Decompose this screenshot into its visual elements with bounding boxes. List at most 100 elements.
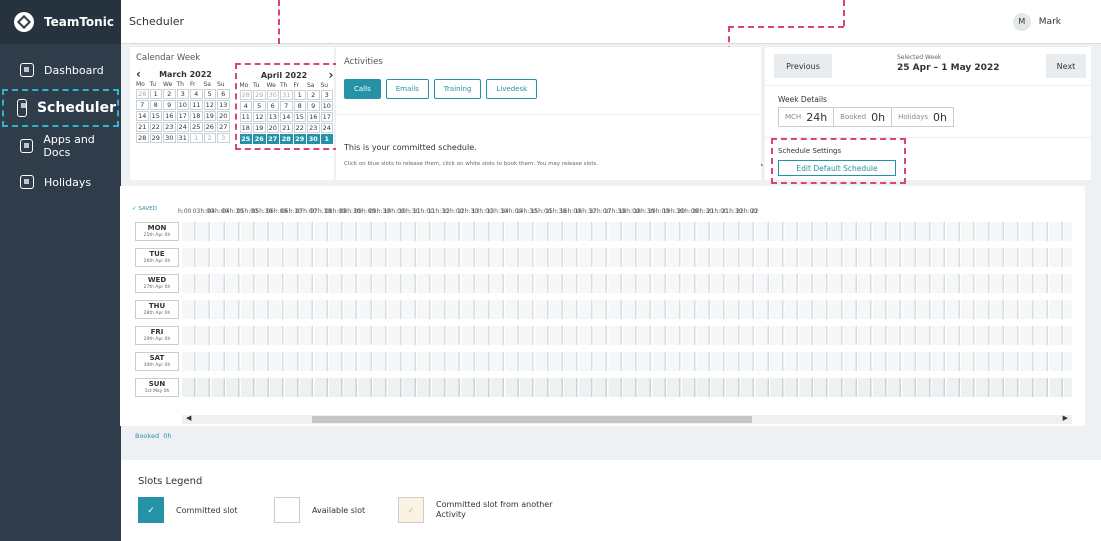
calendar-day[interactable]: 11: [239, 112, 252, 122]
calendar-day[interactable]: 19: [253, 123, 266, 133]
calendar-day[interactable]: 26: [203, 122, 216, 132]
calendar-day[interactable]: 15: [149, 111, 162, 121]
calendar-day[interactable]: 23: [307, 123, 320, 133]
calendar-day[interactable]: 17: [176, 111, 189, 121]
calendar-day[interactable]: 6: [217, 89, 230, 99]
calendar-day[interactable]: 15: [293, 112, 306, 122]
calendar-day[interactable]: 2: [163, 89, 176, 99]
calendar-day[interactable]: 16: [307, 112, 320, 122]
calendar-day[interactable]: 28: [239, 90, 252, 100]
calendar-day[interactable]: 1: [320, 134, 333, 144]
calendar-day[interactable]: 30: [163, 133, 176, 143]
sidebar-item-holidays[interactable]: Holidays: [0, 164, 121, 200]
calendar-day[interactable]: 17: [320, 112, 333, 122]
calendar-day[interactable]: 1: [190, 133, 203, 143]
calendar-day[interactable]: 1: [293, 90, 306, 100]
calendar-day[interactable]: 22: [149, 122, 162, 132]
calendar-day[interactable]: 18: [190, 111, 203, 121]
calendar-day[interactable]: 9: [163, 100, 176, 110]
calendar-day[interactable]: 5: [203, 89, 216, 99]
day-slots-row[interactable]: [182, 352, 1072, 371]
day-slots-row[interactable]: [182, 378, 1072, 397]
calendar-day[interactable]: 4: [190, 89, 203, 99]
calendar-day[interactable]: 11: [190, 100, 203, 110]
calendar-day[interactable]: 20: [266, 123, 279, 133]
calendar-day[interactable]: 20: [217, 111, 230, 121]
calendar-day[interactable]: 10: [176, 100, 189, 110]
calendar-day[interactable]: 29: [253, 90, 266, 100]
calendar-day[interactable]: 9: [307, 101, 320, 111]
edit-default-schedule-button[interactable]: Edit Default Schedule: [778, 160, 896, 176]
day-slots-row[interactable]: [182, 222, 1072, 241]
calendar-day[interactable]: 26: [253, 134, 266, 144]
sidebar-item-dashboard[interactable]: Dashboard: [0, 52, 121, 88]
calendar-day[interactable]: 13: [217, 100, 230, 110]
calendar-day[interactable]: 3: [320, 90, 333, 100]
calendar-day[interactable]: 22: [293, 123, 306, 133]
slots-legend: Slots Legend ✓ Committed slot Available …: [121, 460, 1101, 541]
calendar-day[interactable]: 28: [136, 89, 149, 99]
tab-emails[interactable]: Emails: [385, 79, 429, 99]
calendar-day[interactable]: 8: [149, 100, 162, 110]
calendar-day[interactable]: 19: [203, 111, 216, 121]
tab-training[interactable]: Training: [433, 79, 482, 99]
sidebar-item-scheduler[interactable]: Scheduler: [2, 89, 119, 127]
calendar-day[interactable]: 2: [203, 133, 216, 143]
calendar-day[interactable]: 12: [203, 100, 216, 110]
scroll-right-icon[interactable]: ▶: [1063, 414, 1068, 422]
hour-label: 07h:30: [310, 208, 332, 215]
calendar-day[interactable]: 7: [280, 101, 293, 111]
prev-month-arrow-icon[interactable]: ‹: [136, 67, 141, 81]
scroll-left-icon[interactable]: ◀: [186, 414, 191, 422]
previous-button[interactable]: Previous: [774, 54, 832, 78]
next-month-arrow-icon[interactable]: ›: [329, 68, 334, 82]
hour-label: 15h:30: [545, 208, 567, 215]
calendar-day[interactable]: 3: [217, 133, 230, 143]
horizontal-scrollbar[interactable]: ◀ ▶: [182, 414, 1072, 424]
tab-calls[interactable]: Calls: [344, 79, 381, 99]
day-slots-row[interactable]: [182, 326, 1072, 345]
calendar-day[interactable]: 7: [136, 100, 149, 110]
calendar-day[interactable]: 27: [217, 122, 230, 132]
calendar-day[interactable]: 30: [266, 90, 279, 100]
calendar-day[interactable]: 21: [136, 122, 149, 132]
scrollbar-thumb[interactable]: [312, 416, 752, 423]
calendar-day[interactable]: 23: [163, 122, 176, 132]
calendar-day[interactable]: 27: [266, 134, 279, 144]
calendar-day[interactable]: 25: [190, 122, 203, 132]
calendar-day[interactable]: 31: [280, 90, 293, 100]
calendar-day[interactable]: 14: [136, 111, 149, 121]
calendar-day[interactable]: 10: [320, 101, 333, 111]
calendar-day[interactable]: 28: [280, 134, 293, 144]
calendar-day[interactable]: 31: [176, 133, 189, 143]
calendar-day[interactable]: 6: [266, 101, 279, 111]
calendar-day[interactable]: 14: [280, 112, 293, 122]
calendar-day[interactable]: 8: [293, 101, 306, 111]
calendar-day[interactable]: 24: [320, 123, 333, 133]
tab-livedesk[interactable]: Livedesk: [486, 79, 538, 99]
calendar-day[interactable]: 29: [149, 133, 162, 143]
sidebar-item-apps-and-docs[interactable]: Apps and Docs: [0, 128, 121, 164]
calendar-day[interactable]: 30: [307, 134, 320, 144]
calendar-day[interactable]: 18: [239, 123, 252, 133]
calendar-day[interactable]: 29: [293, 134, 306, 144]
calendar-day[interactable]: 1: [149, 89, 162, 99]
calendar-day[interactable]: 24: [176, 122, 189, 132]
calendar-day[interactable]: 25: [239, 134, 252, 144]
calendar-day[interactable]: 28: [136, 133, 149, 143]
next-button[interactable]: Next: [1046, 54, 1086, 78]
calendar-day[interactable]: 2: [307, 90, 320, 100]
user-menu[interactable]: M Mark: [1012, 12, 1101, 31]
calendar-day[interactable]: 16: [163, 111, 176, 121]
day-slots-row[interactable]: [182, 248, 1072, 267]
calendar-day[interactable]: 13: [266, 112, 279, 122]
calendar-day[interactable]: 3: [176, 89, 189, 99]
day-slots-row[interactable]: [182, 300, 1072, 319]
day-slots-row[interactable]: [182, 274, 1072, 293]
calendar-day[interactable]: 4: [239, 101, 252, 111]
day-label-fri: FRI 29th Apr 0h: [135, 326, 179, 345]
app-logo[interactable]: TeamTonic: [0, 0, 121, 44]
calendar-day[interactable]: 5: [253, 101, 266, 111]
calendar-day[interactable]: 12: [253, 112, 266, 122]
calendar-day[interactable]: 21: [280, 123, 293, 133]
